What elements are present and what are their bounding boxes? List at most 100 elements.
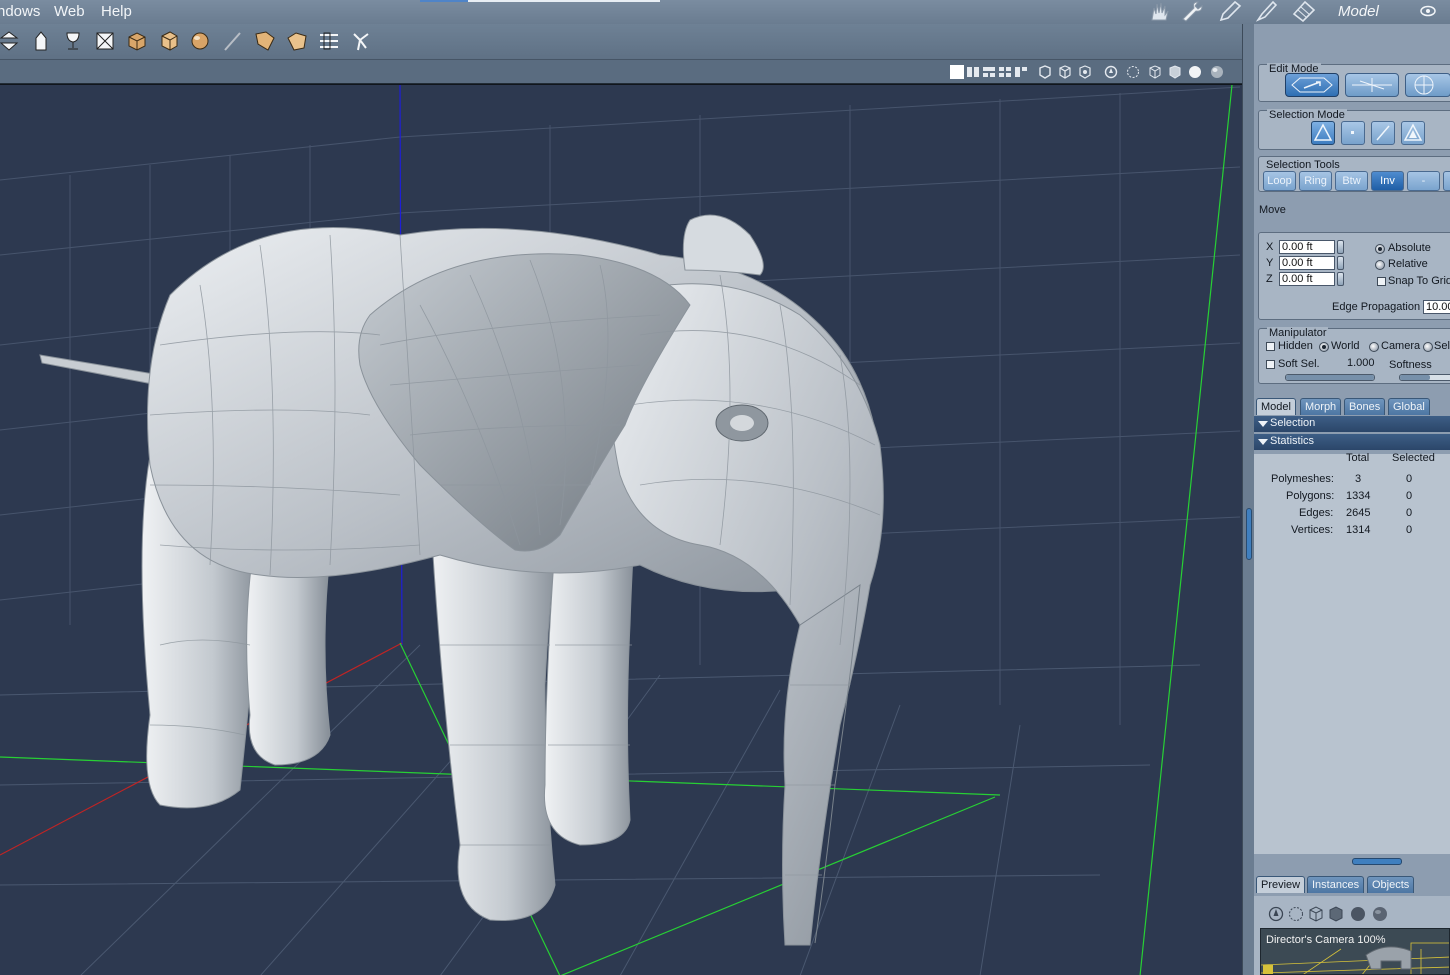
preview-tab-row: Preview Instances Objects	[1254, 876, 1450, 894]
soft-selection-slider[interactable]	[1285, 374, 1375, 381]
selection-radio[interactable]	[1423, 342, 1433, 352]
statistics-section-header[interactable]: Statistics	[1254, 434, 1450, 450]
four-view-layout-icon[interactable]	[998, 65, 1012, 79]
wireframe-mode-icon[interactable]	[1126, 65, 1140, 79]
stats-polymeshes-selected: 0	[1406, 473, 1413, 485]
select-polygons-button[interactable]	[1401, 121, 1425, 145]
stats-vertices-label: Vertices:	[1291, 524, 1334, 536]
hidden-line-icon[interactable]	[1078, 65, 1092, 79]
preview-flat-icon[interactable]	[1328, 906, 1344, 922]
vertex-select-icon	[1313, 123, 1333, 141]
two-view-layout-icon[interactable]	[966, 65, 980, 79]
preview-point-icon[interactable]	[1268, 906, 1284, 922]
viewport-scene[interactable]	[0, 85, 1242, 975]
cube-tool-icon[interactable]	[158, 30, 180, 52]
z-label: Z	[1266, 273, 1273, 285]
x-field[interactable]	[1279, 240, 1335, 254]
film-room-icon[interactable]	[1292, 0, 1316, 22]
morph-tool-icon[interactable]	[286, 30, 308, 52]
ring-button[interactable]: Ring	[1299, 171, 1332, 191]
z-spinner[interactable]	[1337, 272, 1344, 286]
z-field[interactable]	[1279, 272, 1335, 286]
tab-objects[interactable]: Objects	[1367, 876, 1415, 893]
rotate-tool-icon[interactable]	[30, 30, 52, 52]
select-edges-button[interactable]	[1371, 121, 1395, 145]
pose-tool-icon[interactable]	[350, 30, 372, 52]
lower-panel-splitter[interactable]	[1254, 856, 1450, 866]
y-spinner[interactable]	[1337, 256, 1344, 270]
pen-room-icon[interactable]	[1218, 0, 1242, 22]
tweak-mode-button[interactable]	[1285, 73, 1339, 97]
single-view-layout-button[interactable]	[950, 65, 964, 79]
wrench-room-icon[interactable]	[1180, 0, 1204, 22]
preview-smooth-icon[interactable]	[1350, 906, 1366, 922]
texture-shaded-icon[interactable]	[1210, 65, 1224, 79]
softness-slider[interactable]	[1399, 374, 1450, 381]
relative-label: Relative	[1388, 258, 1428, 270]
between-button[interactable]: Btw	[1335, 171, 1368, 191]
deform-tool-icon[interactable]	[254, 30, 276, 52]
brush-room-icon[interactable]	[1255, 0, 1279, 22]
menu-web[interactable]: Web	[54, 3, 85, 20]
select-vertices-button[interactable]	[1311, 121, 1335, 145]
menu-help[interactable]: Help	[101, 3, 132, 20]
selection-section-header[interactable]: Selection	[1254, 416, 1450, 432]
preview-lined-icon[interactable]	[1308, 906, 1324, 922]
geometry-mode-button[interactable]	[1405, 73, 1450, 97]
invert-button[interactable]: Inv	[1371, 171, 1404, 191]
flat-lined-icon[interactable]	[1148, 65, 1162, 79]
tweak-mode-icon	[1291, 77, 1333, 93]
tab-model[interactable]: Model	[1256, 398, 1296, 415]
soft-selection-checkbox[interactable]	[1266, 360, 1275, 369]
stats-polygons-selected: 0	[1406, 490, 1413, 502]
panel-splitter-handle[interactable]	[1246, 508, 1252, 560]
sphere-tool-icon[interactable]	[190, 30, 212, 52]
elephant-head	[609, 283, 884, 946]
three-view-layout-icon[interactable]	[982, 65, 996, 79]
softness-label: Softness	[1389, 359, 1432, 371]
box-tool-icon[interactable]	[126, 30, 148, 52]
cartoon-mode-icon[interactable]	[1168, 65, 1182, 79]
hide-tool-icon[interactable]	[94, 30, 116, 52]
translate-tool-icon[interactable]	[0, 30, 20, 52]
hidden-checkbox[interactable]	[1266, 342, 1275, 351]
grow-selection-button[interactable]: +	[1443, 171, 1450, 191]
hand-room-icon[interactable]	[1148, 0, 1172, 22]
snap-to-grid-checkbox[interactable]	[1377, 277, 1386, 286]
align-tool-icon[interactable]	[318, 30, 340, 52]
custom-layout-icon[interactable]	[1014, 65, 1028, 79]
preview-wire-icon[interactable]	[1288, 906, 1304, 922]
manipulator-group: Manipulator Hidden World Camera Selectio…	[1258, 327, 1450, 384]
panel-splitter[interactable]	[1242, 24, 1254, 975]
select-points-button[interactable]	[1341, 121, 1365, 145]
relative-radio[interactable]	[1375, 260, 1385, 270]
shrink-selection-button[interactable]: -	[1407, 171, 1440, 191]
vertex-edit-mode-button[interactable]	[1345, 73, 1399, 97]
eye-icon[interactable]	[1420, 4, 1436, 18]
tab-global[interactable]: Global	[1388, 398, 1430, 415]
x-spinner[interactable]	[1337, 240, 1344, 254]
progress-bar	[420, 0, 660, 2]
chalice-tool-icon[interactable]	[62, 30, 84, 52]
bounding-box-icon[interactable]	[1038, 65, 1052, 79]
tab-preview[interactable]: Preview	[1256, 876, 1306, 893]
3d-viewport[interactable]	[0, 84, 1242, 975]
absolute-radio[interactable]	[1375, 244, 1385, 254]
lower-panel-splitter-handle[interactable]	[1352, 858, 1402, 865]
camera-radio[interactable]	[1369, 342, 1379, 352]
brush-tool-icon[interactable]	[222, 30, 244, 52]
preview-texture-icon[interactable]	[1372, 906, 1388, 922]
tab-instances[interactable]: Instances	[1307, 876, 1365, 893]
preview-thumbnail[interactable]: Director's Camera 100%	[1260, 928, 1450, 975]
point-cloud-icon[interactable]	[1104, 65, 1118, 79]
wire-bounding-icon[interactable]	[1058, 65, 1072, 79]
selection-mode-group: Selection Mode	[1258, 109, 1450, 150]
y-field[interactable]	[1279, 256, 1335, 270]
loop-button[interactable]: Loop	[1263, 171, 1296, 191]
edge-propagation-field[interactable]	[1423, 300, 1450, 314]
smooth-shaded-icon[interactable]	[1188, 65, 1202, 79]
world-radio[interactable]	[1319, 342, 1329, 352]
tab-bones[interactable]: Bones	[1344, 398, 1386, 415]
tab-morph[interactable]: Morph	[1300, 398, 1342, 415]
menu-windows[interactable]: ndows	[0, 3, 40, 20]
